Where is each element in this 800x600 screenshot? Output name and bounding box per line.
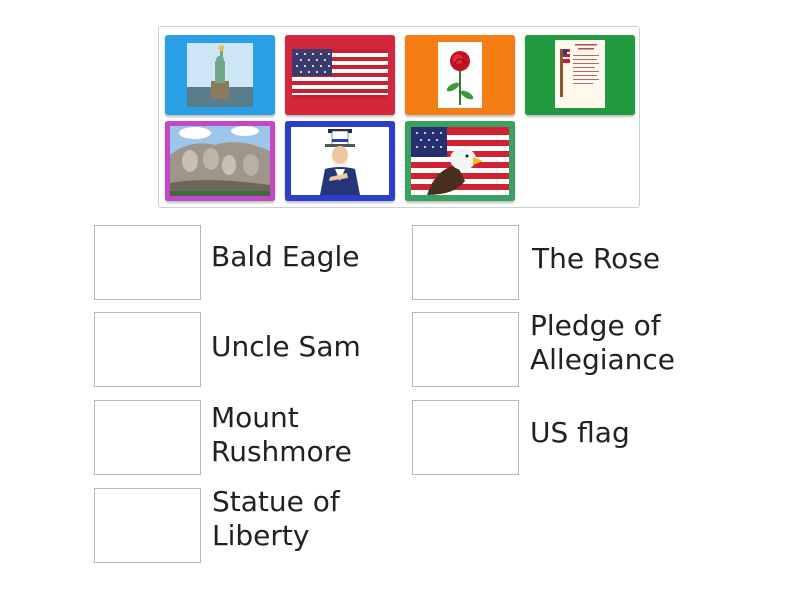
- target-label: US flag: [530, 416, 630, 449]
- answer-tray: [158, 26, 640, 208]
- drop-slot[interactable]: [412, 312, 519, 387]
- statue-of-liberty-tile[interactable]: [165, 35, 275, 115]
- pledge-document-picture: [525, 35, 635, 115]
- uncle-sam-picture: [285, 121, 395, 201]
- target-label: Bald Eagle: [211, 240, 360, 273]
- target-label: Mount Rushmore: [211, 401, 352, 468]
- rose-tile[interactable]: [405, 35, 515, 115]
- uncle-sam-tile[interactable]: [285, 121, 395, 201]
- mount-rushmore-tile[interactable]: [165, 121, 275, 201]
- statue-of-liberty-photo: [165, 35, 275, 115]
- drop-slot[interactable]: [94, 312, 201, 387]
- red-rose-photo: [405, 35, 515, 115]
- target-label: Statue of Liberty: [212, 485, 340, 552]
- drop-slot[interactable]: [94, 225, 201, 300]
- drop-slot[interactable]: [94, 488, 201, 563]
- american-flag-picture: [285, 35, 395, 115]
- eagle-and-flag-photo: [405, 121, 515, 201]
- pledge-of-allegiance-tile[interactable]: [525, 35, 635, 115]
- drop-slot[interactable]: [94, 400, 201, 475]
- drop-slot[interactable]: [412, 225, 519, 300]
- drop-slot[interactable]: [412, 400, 519, 475]
- target-label: Pledge of Allegiance: [530, 309, 676, 376]
- bald-eagle-tile[interactable]: [405, 121, 515, 201]
- target-label: Uncle Sam: [211, 330, 361, 363]
- us-flag-tile[interactable]: [285, 35, 395, 115]
- mount-rushmore-photo: [165, 121, 275, 201]
- target-label: The Rose: [532, 242, 661, 275]
